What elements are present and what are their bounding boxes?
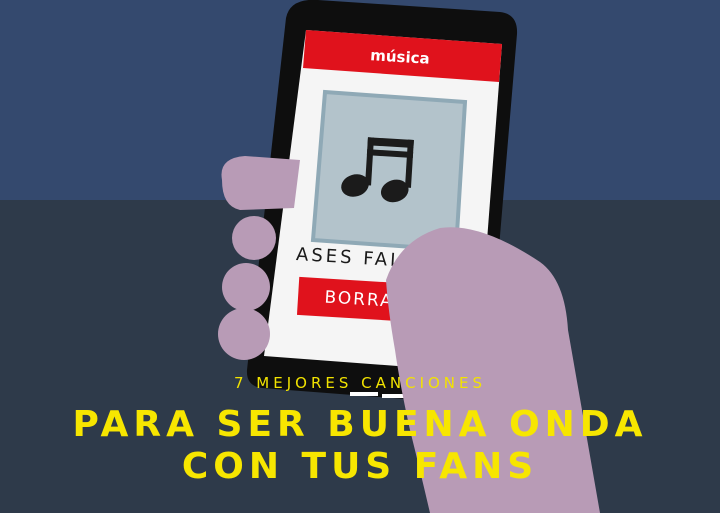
headline-kicker: 7 MEJORES CANCIONES <box>233 374 487 392</box>
headline-line-2: CON TUS FANS <box>181 446 539 487</box>
headline: PARA SER BUENA ONDA CON TUS FANS <box>0 404 720 488</box>
headline-line-1: PARA SER BUENA ONDA <box>72 404 648 445</box>
finger-2 <box>232 216 276 260</box>
finger-top <box>221 156 300 210</box>
finger-4 <box>218 308 270 360</box>
finger-3 <box>222 263 270 311</box>
